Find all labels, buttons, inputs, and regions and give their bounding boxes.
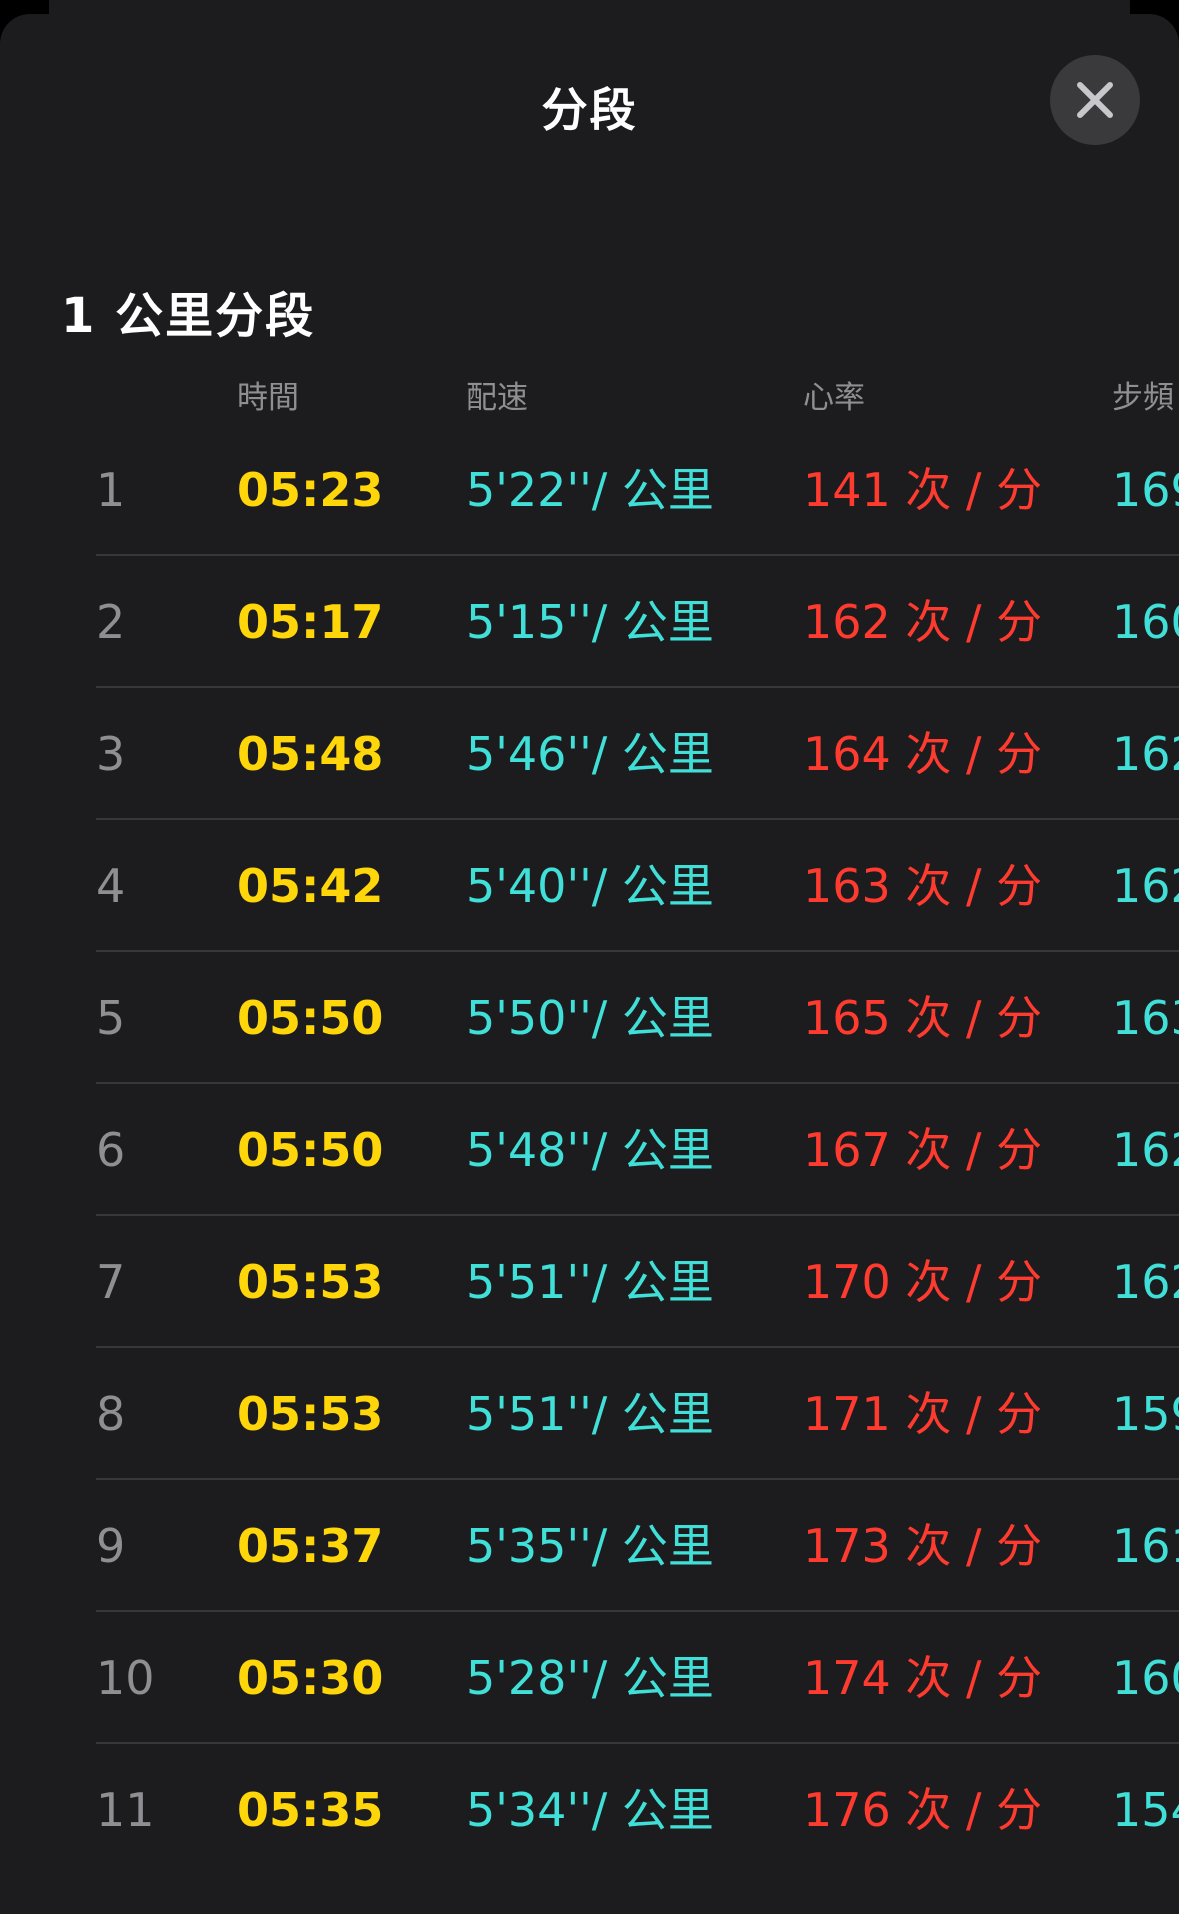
split-time: 05:50 bbox=[237, 991, 384, 1045]
close-button[interactable] bbox=[1050, 55, 1140, 145]
column-header-cadence: 步頻 bbox=[1112, 380, 1174, 416]
split-pace: 5'22''/ 公里 bbox=[466, 463, 714, 517]
close-icon bbox=[1077, 82, 1113, 118]
split-index: 1 bbox=[96, 463, 126, 517]
split-pace: 5'40''/ 公里 bbox=[466, 859, 714, 913]
split-pace: 5'15''/ 公里 bbox=[466, 595, 714, 649]
section-title: 1 公里分段 bbox=[61, 288, 316, 344]
split-pace: 5'28''/ 公里 bbox=[466, 1651, 714, 1705]
split-heart-rate: 176 次 / 分 bbox=[803, 1783, 1043, 1837]
split-cadence: 154 bbox=[1112, 1783, 1179, 1837]
split-pace: 5'35''/ 公里 bbox=[466, 1519, 714, 1573]
split-time: 05:53 bbox=[237, 1255, 384, 1309]
split-row: 1 05:23 5'22''/ 公里 141 次 / 分 169 bbox=[0, 424, 1179, 556]
split-row: 8 05:53 5'51''/ 公里 171 次 / 分 159 bbox=[0, 1348, 1179, 1480]
split-time: 05:53 bbox=[237, 1387, 384, 1441]
split-cadence: 162 bbox=[1112, 1123, 1179, 1177]
split-time: 05:48 bbox=[237, 727, 384, 781]
split-heart-rate: 141 次 / 分 bbox=[803, 463, 1043, 517]
split-index: 3 bbox=[96, 727, 126, 781]
split-cadence: 159 bbox=[1112, 1387, 1179, 1441]
split-row: 11 05:35 5'34''/ 公里 176 次 / 分 154 bbox=[0, 1744, 1179, 1876]
split-row: 6 05:50 5'48''/ 公里 167 次 / 分 162 bbox=[0, 1084, 1179, 1216]
split-index: 10 bbox=[96, 1651, 155, 1705]
split-cadence: 161 bbox=[1112, 1519, 1179, 1573]
split-row: 4 05:42 5'40''/ 公里 163 次 / 分 162 bbox=[0, 820, 1179, 952]
split-row: 5 05:50 5'50''/ 公里 165 次 / 分 163 bbox=[0, 952, 1179, 1084]
split-index: 4 bbox=[96, 859, 126, 913]
split-cadence: 163 bbox=[1112, 991, 1179, 1045]
split-heart-rate: 163 次 / 分 bbox=[803, 859, 1043, 913]
split-time: 05:50 bbox=[237, 1123, 384, 1177]
split-heart-rate: 167 次 / 分 bbox=[803, 1123, 1043, 1177]
column-header-heart-rate: 心率 bbox=[803, 380, 865, 416]
split-index: 6 bbox=[96, 1123, 126, 1177]
split-time: 05:35 bbox=[237, 1783, 384, 1837]
split-row: 7 05:53 5'51''/ 公里 170 次 / 分 162 bbox=[0, 1216, 1179, 1348]
split-heart-rate: 174 次 / 分 bbox=[803, 1651, 1043, 1705]
split-time: 05:30 bbox=[237, 1651, 384, 1705]
split-heart-rate: 165 次 / 分 bbox=[803, 991, 1043, 1045]
split-row: 3 05:48 5'46''/ 公里 164 次 / 分 162 bbox=[0, 688, 1179, 820]
column-header-time: 時間 bbox=[237, 380, 299, 416]
split-cadence: 162 bbox=[1112, 1255, 1179, 1309]
split-pace: 5'50''/ 公里 bbox=[466, 991, 714, 1045]
split-cadence: 160 bbox=[1112, 595, 1179, 649]
split-cadence: 160 bbox=[1112, 1651, 1179, 1705]
split-cadence: 169 bbox=[1112, 463, 1179, 517]
split-row: 10 05:30 5'28''/ 公里 174 次 / 分 160 bbox=[0, 1612, 1179, 1744]
split-cadence: 162 bbox=[1112, 727, 1179, 781]
split-index: 8 bbox=[96, 1387, 126, 1441]
split-time: 05:17 bbox=[237, 595, 384, 649]
splits-sheet: 分段 1 公里分段 時間 配速 心率 步頻 1 05:23 5'22''/ 公里 14… bbox=[0, 14, 1179, 1914]
split-heart-rate: 170 次 / 分 bbox=[803, 1255, 1043, 1309]
split-heart-rate: 171 次 / 分 bbox=[803, 1387, 1043, 1441]
split-index: 11 bbox=[96, 1783, 155, 1837]
split-heart-rate: 173 次 / 分 bbox=[803, 1519, 1043, 1573]
split-heart-rate: 162 次 / 分 bbox=[803, 595, 1043, 649]
split-pace: 5'46''/ 公里 bbox=[466, 727, 714, 781]
split-pace: 5'51''/ 公里 bbox=[466, 1255, 714, 1309]
split-heart-rate: 164 次 / 分 bbox=[803, 727, 1043, 781]
split-pace: 5'48''/ 公里 bbox=[466, 1123, 714, 1177]
sheet-title: 分段 bbox=[541, 83, 638, 137]
split-index: 7 bbox=[96, 1255, 126, 1309]
split-index: 2 bbox=[96, 595, 126, 649]
split-time: 05:42 bbox=[237, 859, 384, 913]
split-row: 9 05:37 5'35''/ 公里 173 次 / 分 161 bbox=[0, 1480, 1179, 1612]
split-pace: 5'51''/ 公里 bbox=[466, 1387, 714, 1441]
split-cadence: 162 bbox=[1112, 859, 1179, 913]
column-header-pace: 配速 bbox=[466, 380, 528, 416]
split-time: 05:37 bbox=[237, 1519, 384, 1573]
split-row: 2 05:17 5'15''/ 公里 162 次 / 分 160 bbox=[0, 556, 1179, 688]
split-index: 5 bbox=[96, 991, 126, 1045]
split-index: 9 bbox=[96, 1519, 126, 1573]
split-time: 05:23 bbox=[237, 463, 384, 517]
split-pace: 5'34''/ 公里 bbox=[466, 1783, 714, 1837]
